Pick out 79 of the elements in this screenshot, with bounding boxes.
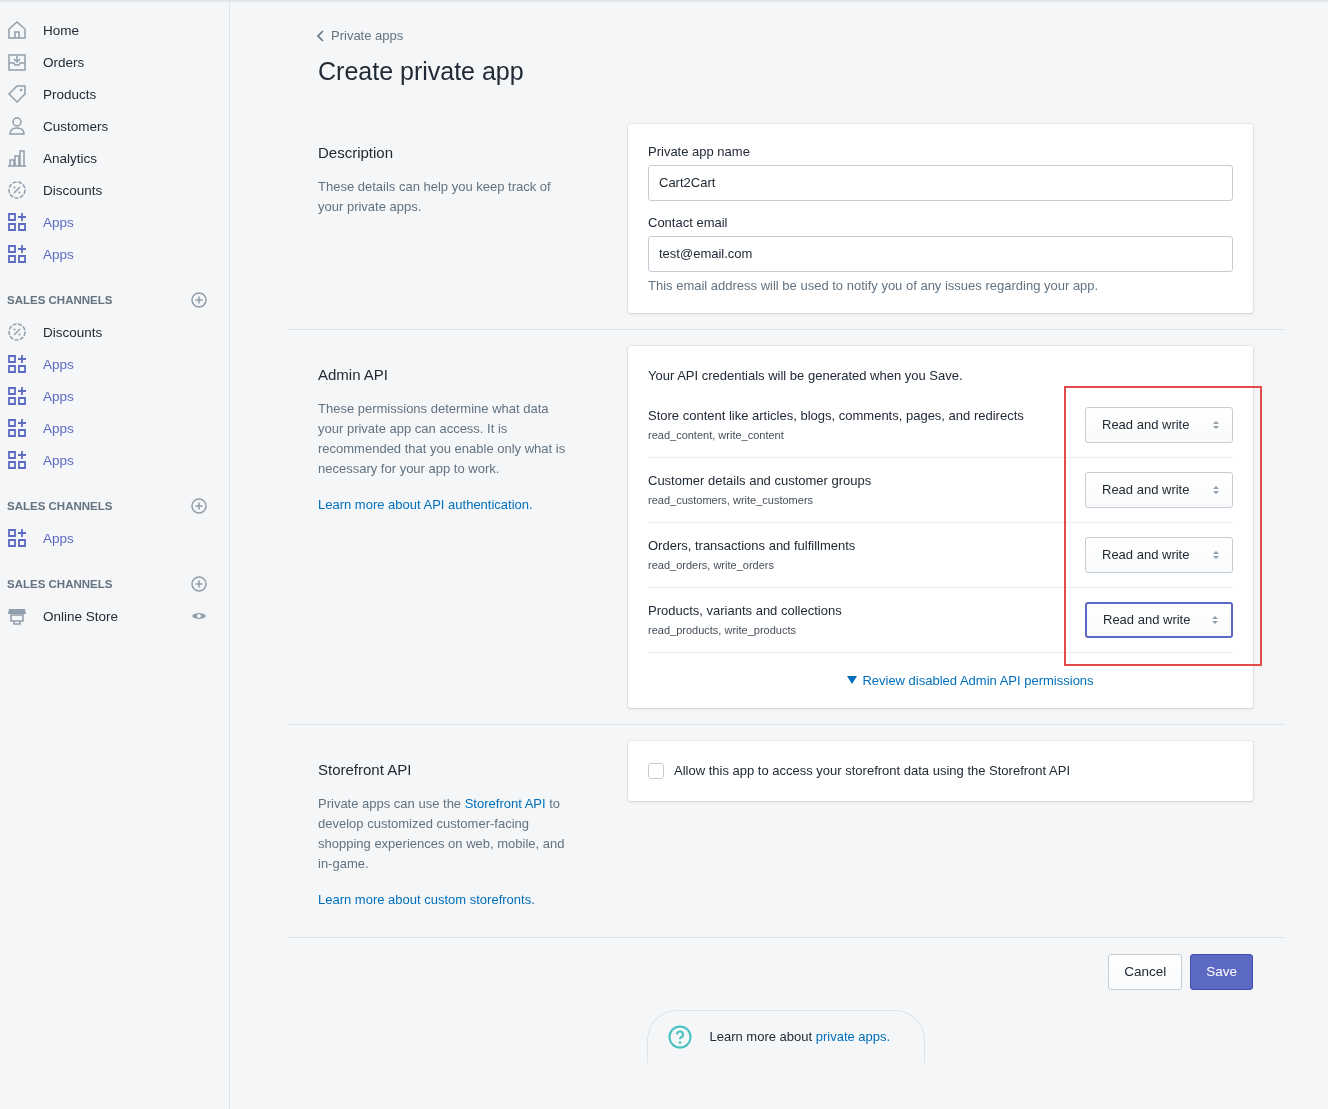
sidebar-item[interactable]: Apps <box>0 348 229 380</box>
store-icon <box>7 606 27 626</box>
up-down-caret-icon <box>1212 483 1220 496</box>
permission-scopes: read_orders, write_orders <box>648 559 775 571</box>
sidebar-item[interactable]: Customers <box>0 110 229 142</box>
review-permissions-link[interactable]: Review disabled Admin API permissions <box>847 672 1094 688</box>
permission-name: Store content like articles, blogs, comments, pages, and redirects <box>648 408 1025 423</box>
section-heading: SALES CHANNELS <box>7 294 113 306</box>
section-description: These permissions determine what data your private app can access. It is recommended that you enable only what is necessary for your app to work. <box>318 399 567 478</box>
permission-scopes: read_customers, write_customers <box>648 494 815 506</box>
access-dropdown[interactable]: Read and write <box>1085 406 1233 443</box>
up-down-caret-icon <box>1212 418 1220 431</box>
checkbox-label: Allow this app to access your storefront data using the Storefront API <box>674 763 1070 778</box>
footer-text: Learn more about private apps. <box>709 1029 891 1044</box>
cancel-button[interactable]: Cancel <box>1108 953 1183 990</box>
permission-name: Products, variants and collections <box>648 603 843 618</box>
input-field[interactable]: Cart2Cart <box>648 164 1233 201</box>
sidebar-item[interactable]: Discounts <box>0 316 229 348</box>
permission-scopes: read_content, write_content <box>648 429 785 441</box>
breadcrumb-link[interactable]: Private apps <box>317 28 404 43</box>
sidebar-item[interactable]: Apps <box>0 206 229 238</box>
add-icon[interactable] <box>191 292 207 308</box>
section-heading: SALES CHANNELS <box>7 578 113 590</box>
section-title: Storefront API <box>318 760 413 778</box>
add-icon[interactable] <box>191 576 207 592</box>
section-heading: SALES CHANNELS <box>7 500 113 512</box>
sidebar-item[interactable]: Apps <box>0 444 229 476</box>
apps-grid-icon <box>7 354 27 374</box>
permission-scopes: read_products, write_products <box>648 624 797 636</box>
section-title: Description <box>318 143 395 161</box>
permission-name: Orders, transactions and fulfillments <box>648 538 857 553</box>
sidebar-item[interactable]: Apps <box>0 380 229 412</box>
inbox-icon <box>7 52 27 72</box>
percent-badge-icon <box>7 180 27 200</box>
section-description: Private apps can use the Storefront API to develop customized customer-facing shopping experiences on web, mobile, and in-game. <box>318 794 566 873</box>
private-apps-link[interactable]: private apps. <box>815 1029 891 1044</box>
info-text: Your API credentials will be generated when you Save. <box>648 367 964 383</box>
input-field[interactable]: test@email.com <box>648 235 1233 272</box>
sidebar-item[interactable]: Products <box>0 78 229 110</box>
up-down-caret-icon <box>1212 548 1220 561</box>
learn-more-link[interactable]: Learn more about custom storefronts. <box>318 891 535 907</box>
bar-chart-icon <box>7 148 27 168</box>
apps-grid-icon <box>7 386 27 406</box>
add-icon[interactable] <box>191 498 207 514</box>
sidebar-item[interactable]: Discounts <box>0 174 229 206</box>
help-icon <box>667 1024 692 1049</box>
up-down-caret-icon <box>1211 613 1219 626</box>
tag-icon <box>7 84 27 104</box>
sidebar-item[interactable]: Apps <box>0 412 229 444</box>
learn-more-link[interactable]: Learn more about API authentication. <box>318 496 533 512</box>
chevron-left-icon <box>317 29 325 42</box>
section-title: Admin API <box>318 365 390 383</box>
apps-grid-icon <box>7 528 27 548</box>
sidebar-item[interactable]: Home <box>0 14 229 46</box>
sidebar-item[interactable]: Apps <box>0 238 229 270</box>
save-button[interactable]: Save <box>1190 953 1253 990</box>
sidebar-item[interactable]: Analytics <box>0 142 229 174</box>
section-description: These details can help you keep track of your private apps. <box>318 177 552 216</box>
field-label: Private app name <box>648 143 751 159</box>
page-title: Create private app <box>318 56 525 86</box>
house-icon <box>7 20 27 40</box>
help-text: This email address will be used to notify you of any issues regarding your app. <box>648 277 1100 293</box>
apps-grid-icon <box>7 418 27 438</box>
percent-badge-icon <box>7 322 27 342</box>
apps-grid-icon <box>7 450 27 470</box>
checkbox[interactable] <box>648 762 664 779</box>
storefront-api-link[interactable]: Storefront API <box>464 795 546 811</box>
access-dropdown[interactable]: Read and write <box>1085 471 1233 508</box>
triangle-down-icon <box>847 674 858 685</box>
apps-grid-icon <box>7 244 27 264</box>
sidebar-item[interactable]: Online Store <box>0 600 229 632</box>
access-dropdown[interactable]: Read and write <box>1085 601 1233 638</box>
field-label: Contact email <box>648 214 729 230</box>
sidebar-item[interactable]: Apps <box>0 522 229 554</box>
sidebar-item[interactable]: Orders <box>0 46 229 78</box>
access-dropdown[interactable]: Read and write <box>1085 536 1233 573</box>
apps-grid-icon <box>7 212 27 232</box>
person-icon <box>7 116 27 136</box>
permission-name: Customer details and customer groups <box>648 473 873 488</box>
